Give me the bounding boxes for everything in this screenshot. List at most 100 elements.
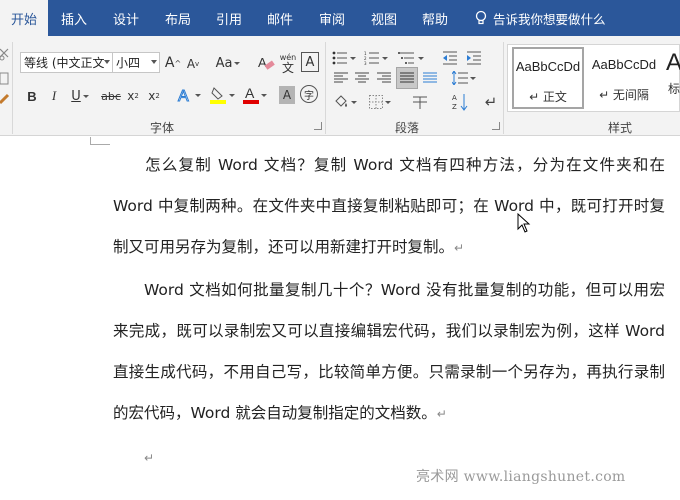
paragraph-text: Word 文档如何批量复制几十个？Word 没有批量复制的功能，但可以用宏来完成… (113, 281, 665, 422)
chevron-down-icon (351, 100, 357, 104)
strikethrough-button[interactable]: abc (100, 86, 122, 106)
distributed-icon[interactable] (420, 68, 440, 88)
font-size-value: 小四 (116, 56, 141, 70)
margin-corner-mark (90, 137, 110, 145)
styles-gallery: AaBbCcDd ↵ 正文 AaBbCcDd ↵ 无间隔 A 标 (507, 44, 680, 112)
change-case-label: Aa (215, 55, 233, 71)
change-case-button[interactable]: Aa (212, 53, 244, 73)
decrease-indent-icon[interactable] (440, 48, 460, 68)
chevron-down-icon (261, 93, 267, 97)
mouse-pointer-icon (517, 213, 531, 233)
font-size-combo[interactable]: 小四 (112, 52, 160, 73)
style-no-spacing[interactable]: AaBbCcDd ↵ 无间隔 (588, 47, 660, 109)
style-sample: AaBbCcDd (591, 57, 657, 72)
subscript-button[interactable]: x2 (124, 86, 142, 106)
bullets-icon (332, 51, 347, 65)
font-color-icon: A (243, 85, 259, 104)
bullets-button[interactable] (331, 48, 357, 68)
style-name: ↵ 正文 (529, 90, 567, 104)
cut-icon[interactable] (0, 44, 10, 62)
shrink-font-button[interactable]: Av (184, 54, 202, 74)
superscript-button[interactable]: x2 (145, 86, 163, 106)
highlighter-icon (210, 87, 226, 104)
clear-formatting-icon[interactable]: A (256, 52, 276, 74)
paragraph-group-label: 段落 (395, 121, 420, 135)
tab-help[interactable]: 帮助 (410, 0, 460, 36)
italic-button[interactable]: I (46, 86, 62, 106)
borders-button[interactable] (366, 92, 394, 112)
svg-text:A: A (245, 85, 255, 101)
tab-design[interactable]: 设计 (100, 0, 152, 36)
style-normal[interactable]: AaBbCcDd ↵ 正文 (512, 47, 584, 109)
separator (325, 42, 326, 134)
character-shading-button[interactable]: A (279, 86, 295, 104)
tab-view[interactable]: 视图 (358, 0, 410, 36)
font-color-button[interactable]: A (242, 84, 268, 106)
chevron-down-icon (382, 56, 388, 60)
font-dialog-launcher-icon[interactable] (314, 122, 322, 130)
tell-me-text: 告诉我你想要做什么 (493, 11, 606, 27)
chevron-down-icon (385, 100, 391, 104)
highlight-color-button[interactable] (208, 84, 236, 106)
svg-text:Z: Z (452, 103, 457, 111)
watermark: 亮术网 www.liangshunet.com (416, 469, 626, 485)
phonetic-guide-button[interactable]: wén 文 (278, 50, 298, 76)
paint-bucket-icon (335, 95, 347, 107)
show-formatting-marks-icon[interactable]: ↵ (481, 92, 501, 112)
style-sample: A (665, 49, 680, 76)
copy-icon[interactable] (0, 70, 10, 88)
tell-me-search[interactable]: 告诉我你想要做什么 (474, 0, 606, 36)
numbering-button[interactable]: 123 (363, 48, 389, 68)
svg-text:A: A (178, 88, 189, 104)
chevron-down-icon (418, 56, 424, 60)
svg-text:A: A (452, 94, 457, 102)
increase-indent-icon[interactable] (464, 48, 484, 68)
tab-references[interactable]: 引用 (204, 0, 254, 36)
line-spacing-button[interactable] (450, 68, 478, 88)
ribbon-tab-bar: 开始 插入 设计 布局 引用 邮件 审阅 视图 帮助 告诉我你想要做什么 (0, 0, 680, 36)
tab-layout[interactable]: 布局 (152, 0, 204, 36)
multilevel-list-button[interactable] (396, 48, 426, 68)
justify-icon[interactable] (396, 67, 418, 89)
numbering-icon: 123 (364, 51, 379, 65)
text-effects-button[interactable]: A (176, 84, 202, 106)
chevron-down-icon (470, 76, 476, 80)
character-border-button[interactable]: A (301, 52, 319, 72)
underline-button[interactable]: U (68, 86, 92, 106)
chevron-down-icon (229, 93, 235, 97)
chevron-down-icon (234, 61, 241, 65)
chevron-down-icon (151, 60, 157, 64)
chevron-down-icon (104, 60, 110, 64)
svg-text:A: A (258, 55, 267, 70)
style-name: ↵ 无间隔 (599, 88, 649, 102)
style-heading[interactable]: A 标 (664, 47, 680, 109)
chevron-down-icon (195, 93, 201, 97)
tab-review[interactable]: 审阅 (306, 0, 358, 36)
align-center-icon[interactable] (352, 68, 372, 88)
align-right-icon[interactable] (374, 68, 394, 88)
borders-icon (369, 95, 383, 109)
document-paragraph[interactable]: Word 文档如何批量复制几十个？Word 没有批量复制的功能，但可以用宏来完成… (113, 270, 665, 435)
style-sample: AaBbCcDd (515, 59, 581, 74)
font-name-value: 等线 (中文正文 (24, 56, 105, 70)
tab-mailings[interactable]: 邮件 (254, 0, 306, 36)
enclose-characters-button[interactable]: 字 (300, 85, 318, 103)
text-effects-icon: A (178, 88, 190, 105)
paragraph-mark: ↵ (454, 241, 465, 255)
multilevel-list-icon (398, 52, 414, 64)
grow-font-button[interactable]: A ^ (164, 53, 182, 73)
chinese-layout-icon[interactable] (410, 92, 430, 112)
align-left-icon[interactable] (331, 68, 351, 88)
shading-button[interactable] (331, 92, 359, 112)
document-paragraph[interactable]: 怎么复制 Word 文档？复制 Word 文档有四种方法，分为在文件夹和在 Wo… (113, 145, 665, 269)
font-name-combo[interactable]: 等线 (中文正文 (20, 52, 113, 73)
separator (503, 42, 504, 134)
tab-home[interactable]: 开始 (0, 0, 48, 36)
sort-icon[interactable]: AZ (450, 91, 470, 113)
format-painter-icon[interactable] (0, 92, 10, 110)
tab-insert[interactable]: 插入 (48, 0, 100, 36)
paragraph-dialog-launcher-icon[interactable] (492, 122, 500, 130)
bold-button[interactable]: B (24, 86, 40, 106)
paragraph-text: 怎么复制 Word 文档？复制 Word 文档有四种方法，分为在文件夹和在 Wo… (113, 156, 665, 256)
ribbon: 等线 (中文正文 小四 A ^ Av Aa A wén 文 A B I U abc… (0, 36, 680, 136)
